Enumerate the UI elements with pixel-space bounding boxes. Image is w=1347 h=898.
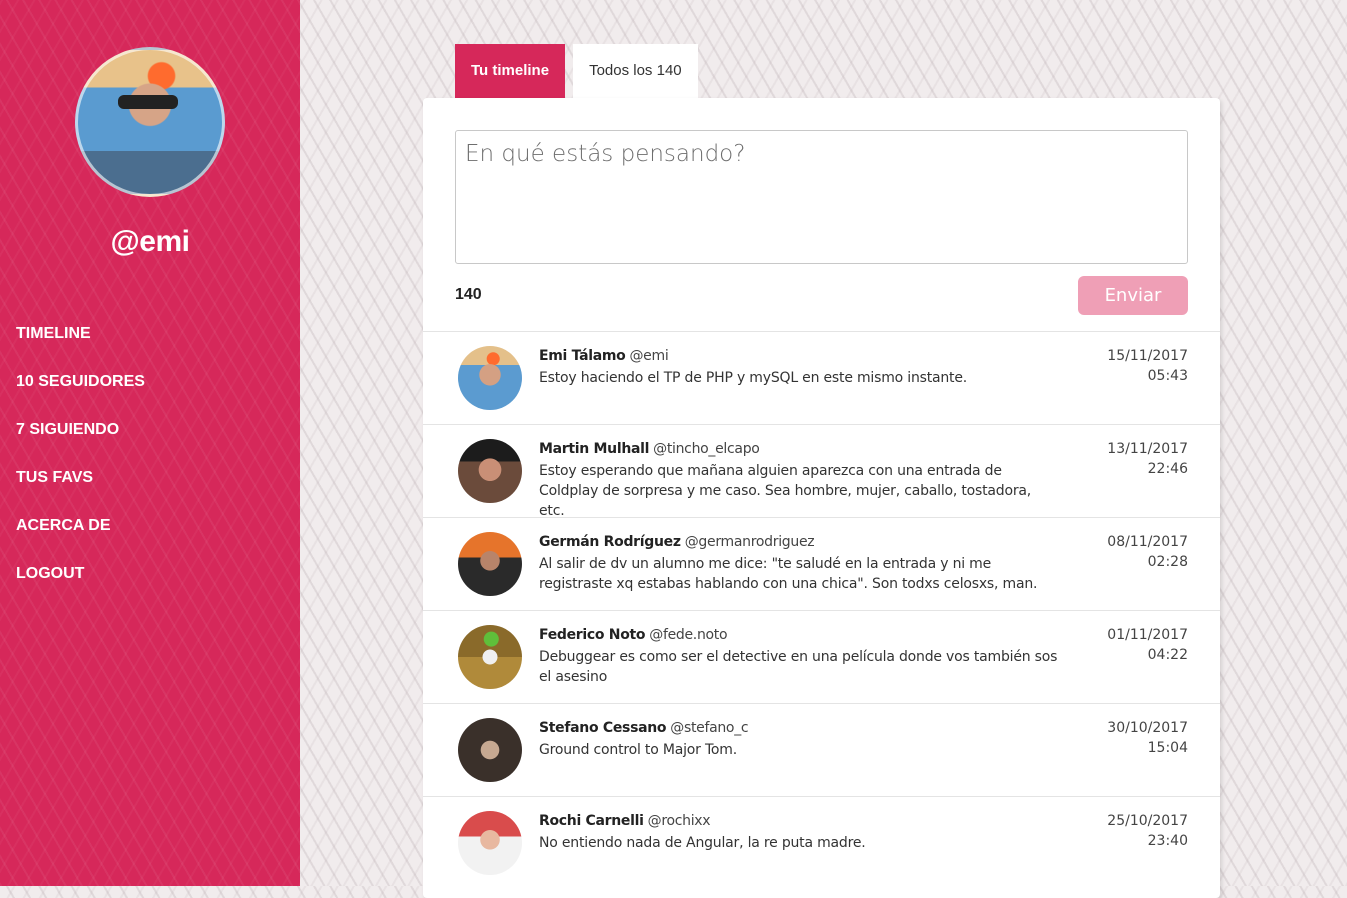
post-author-name[interactable]: Federico Noto (539, 627, 646, 643)
post-author[interactable]: Emi Tálamo @emi (539, 348, 669, 364)
compose-input[interactable]: En qué estás pensando? (455, 130, 1188, 264)
list-item: Martin Mulhall @tincho_elcapo Estoy esper… (423, 424, 1220, 519)
timeline-card: En qué estás pensando? 140 Enviar Emi Tá… (423, 98, 1220, 898)
sidebar-item-siguiendo[interactable]: 7 SIGUIENDO (16, 416, 145, 464)
post-text: No entiendo nada de Angular, la re puta … (539, 835, 866, 851)
avatar[interactable] (458, 346, 522, 410)
post-text: Estoy esperando que mañana alguien apare… (539, 463, 1032, 519)
post-author[interactable]: Rochi Carnelli @rochixx (539, 813, 711, 829)
list-item: Emi Tálamo @emi Estoy haciendo el TP de P… (423, 331, 1220, 424)
avatar-detail (118, 95, 178, 109)
post-time: 23:40 (1147, 833, 1188, 849)
post-time: 02:28 (1147, 554, 1188, 570)
post-time: 15:04 (1147, 740, 1188, 756)
post-author-name[interactable]: Martin Mulhall (539, 441, 649, 457)
post-handle[interactable]: @tincho_elcapo (653, 441, 760, 457)
post-date: 08/11/2017 (1107, 534, 1188, 550)
avatar[interactable] (458, 718, 522, 782)
timeline-tabs: Tu timeline Todos los 140 (455, 44, 698, 98)
avatar[interactable] (458, 625, 522, 689)
list-item: Federico Noto @fede.noto Debuggear es com… (423, 610, 1220, 703)
tab-todos[interactable]: Todos los 140 (573, 44, 698, 98)
post-text: Ground control to Major Tom. (539, 742, 737, 758)
send-button[interactable]: Enviar (1078, 276, 1188, 315)
avatar[interactable] (458, 811, 522, 875)
sidebar-item-acerca[interactable]: ACERCA DE (16, 512, 145, 560)
post-date: 30/10/2017 (1107, 720, 1188, 736)
post-author[interactable]: Stefano Cessano @stefano_c (539, 720, 749, 736)
char-counter: 140 (455, 286, 482, 303)
post-handle[interactable]: @rochixx (648, 813, 711, 829)
sidebar-item-logout[interactable]: LOGOUT (16, 560, 145, 608)
list-item: Rochi Carnelli @rochixx No entiendo nada … (423, 796, 1220, 889)
post-handle[interactable]: @emi (629, 348, 668, 364)
post-time: 05:43 (1147, 368, 1188, 384)
sidebar: @emi TIMELINE 10 SEGUIDORES 7 SIGUIENDO … (0, 0, 300, 886)
post-author-name[interactable]: Rochi Carnelli (539, 813, 644, 829)
post-time: 22:46 (1147, 461, 1188, 477)
sidebar-item-timeline[interactable]: TIMELINE (16, 320, 145, 368)
post-text: Al salir de dv un alumno me dice: "te sa… (539, 556, 1038, 592)
profile-avatar[interactable] (75, 47, 225, 197)
profile-username: @emi (110, 225, 190, 258)
list-item: Germán Rodríguez @germanrodriguez Al sali… (423, 517, 1220, 610)
post-text: Estoy haciendo el TP de PHP y mySQL en e… (539, 370, 968, 386)
tab-tu-timeline[interactable]: Tu timeline (455, 44, 566, 98)
post-time: 04:22 (1147, 647, 1188, 663)
post-handle[interactable]: @fede.noto (649, 627, 727, 643)
post-handle[interactable]: @stefano_c (670, 720, 748, 736)
post-handle[interactable]: @germanrodriguez (685, 534, 815, 550)
post-list: Emi Tálamo @emi Estoy haciendo el TP de P… (423, 331, 1220, 889)
post-author-name[interactable]: Germán Rodríguez (539, 534, 681, 550)
post-author[interactable]: Germán Rodríguez @germanrodriguez (539, 534, 815, 550)
sidebar-item-seguidores[interactable]: 10 SEGUIDORES (16, 368, 145, 416)
post-author[interactable]: Federico Noto @fede.noto (539, 627, 728, 643)
post-author-name[interactable]: Emi Tálamo (539, 348, 626, 364)
post-date: 01/11/2017 (1107, 627, 1188, 643)
list-item: Stefano Cessano @stefano_c Ground control… (423, 703, 1220, 796)
sidebar-nav: TIMELINE 10 SEGUIDORES 7 SIGUIENDO TUS F… (16, 320, 145, 608)
post-date: 15/11/2017 (1107, 348, 1188, 364)
post-text: Debuggear es como ser el detective en un… (539, 649, 1058, 685)
post-date: 13/11/2017 (1107, 441, 1188, 457)
post-date: 25/10/2017 (1107, 813, 1188, 829)
avatar[interactable] (458, 439, 522, 503)
post-author-name[interactable]: Stefano Cessano (539, 720, 667, 736)
avatar[interactable] (458, 532, 522, 596)
sidebar-item-favs[interactable]: TUS FAVS (16, 464, 145, 512)
post-author[interactable]: Martin Mulhall @tincho_elcapo (539, 441, 760, 457)
